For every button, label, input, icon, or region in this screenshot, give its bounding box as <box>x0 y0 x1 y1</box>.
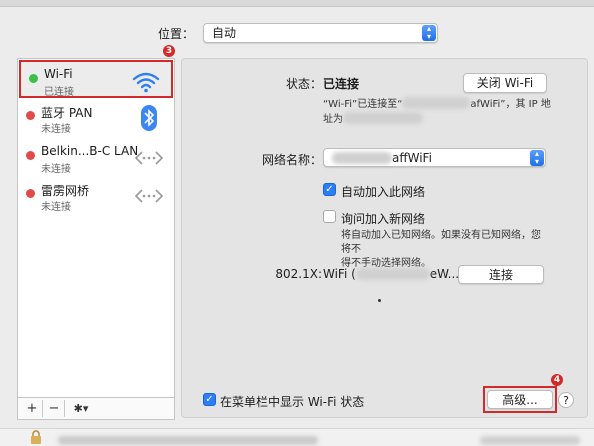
service-item-wifi[interactable]: Wi-Fi 已连接 <box>19 60 173 98</box>
annotation-badge-3: 3 <box>163 45 175 57</box>
select-stepper-icon: ▴ ▾ <box>422 25 436 41</box>
service-status: 未连接 <box>41 164 71 175</box>
show-status-label: 在菜单栏中显示 Wi-Fi 状态 <box>220 395 365 409</box>
ask-join-label: 询问加入新网络 <box>341 212 426 226</box>
status-label: 状态： <box>285 77 322 91</box>
service-name: Wi-Fi <box>44 67 73 81</box>
service-item-thunderbolt-bridge[interactable]: 雷雳网桥 未连接 <box>18 177 174 215</box>
service-status: 未连接 <box>41 202 71 213</box>
advanced-button[interactable]: 高级... <box>487 390 553 409</box>
status-dot <box>29 74 38 83</box>
service-item-belkin-lan[interactable]: Belkin...B-C LAN 未连接 <box>18 139 174 177</box>
window-top-edge <box>0 0 594 7</box>
select-stepper-icon: ▴ ▾ <box>530 150 544 166</box>
ask-join-checkbox[interactable] <box>323 210 336 223</box>
service-status: 未连接 <box>41 124 71 135</box>
ethernet-icon <box>134 151 164 165</box>
dot1x-value: WiFi (eW... <box>323 267 460 281</box>
status-description: “Wi-Fi”已连接至“ afWiFi”，其 IP 地 址为 <box>323 97 551 125</box>
status-value: 已连接 <box>323 77 360 91</box>
service-name: Belkin...B-C LAN <box>41 144 139 158</box>
turn-off-wifi-button[interactable]: 关闭 Wi-Fi <box>463 73 547 93</box>
bottom-buttons <box>480 436 580 445</box>
gear-icon[interactable]: ✱▾ <box>66 400 96 417</box>
network-name-value: affWiFi <box>392 151 432 165</box>
status-dot <box>26 151 35 160</box>
remove-service-button[interactable]: − <box>44 400 65 417</box>
dot1x-label: 802.1X: <box>275 267 322 281</box>
lock-hint-text <box>58 436 318 445</box>
service-status: 已连接 <box>44 87 74 98</box>
service-name: 蓝牙 PAN <box>41 106 93 120</box>
location-label: 位置： <box>158 27 195 41</box>
lock-icon[interactable] <box>30 430 42 444</box>
connect-button[interactable]: 连接 <box>458 265 544 284</box>
help-button[interactable]: ? <box>558 392 574 408</box>
wifi-icon <box>132 72 160 93</box>
show-status-checkbox[interactable]: ✓ <box>203 393 216 406</box>
service-name: 雷雳网桥 <box>41 184 90 198</box>
add-service-button[interactable]: + <box>22 400 43 417</box>
auto-join-label: 自动加入此网络 <box>341 185 426 199</box>
service-item-bluetooth-pan[interactable]: 蓝牙 PAN 未连接 <box>18 99 174 137</box>
service-list: Wi-Fi 已连接 蓝牙 PAN 未连接 Belkin...B-C LAN 未连… <box>17 58 175 398</box>
status-dot <box>26 111 35 120</box>
annotation-badge-4: 4 <box>551 374 563 386</box>
location-select[interactable]: 自动 ▴ ▾ <box>203 23 438 43</box>
network-name-label: 网络名称： <box>261 153 322 167</box>
auto-join-checkbox[interactable]: ✓ <box>323 183 336 196</box>
wifi-detail-panel: 状态： 已连接 关闭 Wi-Fi “Wi-Fi”已连接至“ afWiFi”，其 I… <box>181 58 588 418</box>
service-list-toolbar: + − ✱▾ <box>17 398 175 420</box>
network-name-select[interactable]: affWiFi ▴ ▾ <box>323 148 546 167</box>
bluetooth-icon <box>141 105 157 131</box>
ethernet-icon <box>134 189 164 203</box>
progress-indicator <box>378 299 381 302</box>
location-value: 自动 <box>212 26 237 40</box>
status-dot <box>26 189 35 198</box>
